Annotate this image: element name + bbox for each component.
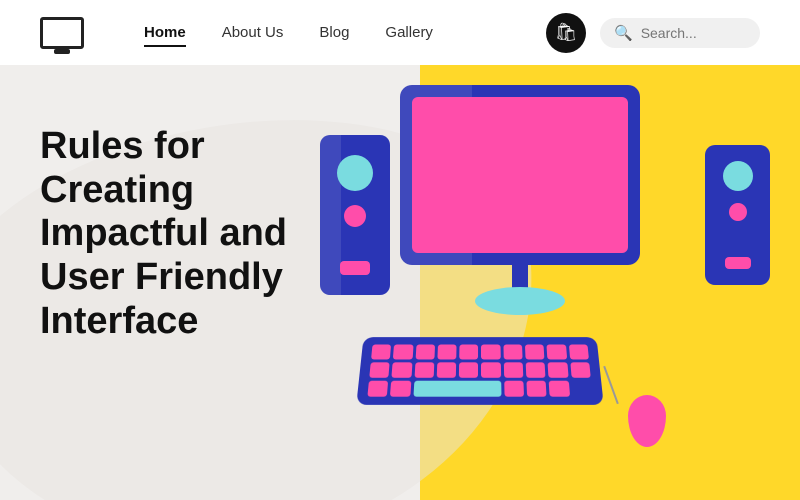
key xyxy=(504,381,524,397)
key xyxy=(369,362,390,377)
keyboard-keys xyxy=(367,345,592,397)
search-bar: 🔍 xyxy=(600,18,760,48)
key xyxy=(481,362,500,377)
monitor-stand-base xyxy=(475,287,565,315)
speaker-right-grille xyxy=(725,257,751,269)
key xyxy=(504,362,524,377)
cart-button[interactable]: 🛍 xyxy=(546,13,586,53)
key xyxy=(526,362,546,377)
key xyxy=(459,362,478,377)
key xyxy=(392,362,412,377)
key xyxy=(527,381,547,397)
hero-content: Rules for Creating Impactful and User Fr… xyxy=(40,125,360,343)
monitor xyxy=(400,85,640,265)
mouse xyxy=(628,395,666,447)
key xyxy=(547,345,567,360)
key xyxy=(415,345,435,360)
hero-title: Rules for Creating Impactful and User Fr… xyxy=(40,125,360,343)
speaker-right-circle-top xyxy=(723,161,753,191)
nav-right: 🛍 🔍 xyxy=(546,13,760,53)
speaker-right xyxy=(705,145,770,285)
key xyxy=(459,345,478,360)
logo-icon xyxy=(40,17,84,49)
key xyxy=(367,381,388,397)
key xyxy=(371,345,391,360)
key xyxy=(437,345,456,360)
nav-blog[interactable]: Blog xyxy=(319,24,349,41)
key xyxy=(548,362,568,377)
key xyxy=(481,345,500,360)
key xyxy=(393,345,413,360)
nav-about[interactable]: About Us xyxy=(222,24,284,41)
key xyxy=(503,345,522,360)
key xyxy=(570,362,591,377)
key xyxy=(525,345,545,360)
key xyxy=(390,381,411,397)
cart-icon: 🛍 xyxy=(555,22,578,43)
nav-links: Home About Us Blog Gallery xyxy=(144,24,546,41)
monitor-screen xyxy=(412,97,628,253)
spacebar-key xyxy=(413,381,501,397)
search-icon: 🔍 xyxy=(614,24,633,42)
mouse-cable xyxy=(603,366,619,404)
speaker-right-circle-bottom xyxy=(729,203,747,221)
search-input[interactable] xyxy=(641,25,746,41)
key xyxy=(414,362,434,377)
keyboard xyxy=(356,337,603,405)
nav-home[interactable]: Home xyxy=(144,24,186,41)
key xyxy=(549,381,570,397)
key xyxy=(437,362,457,377)
hero-section: Rules for Creating Impactful and User Fr… xyxy=(0,65,800,500)
key xyxy=(569,345,589,360)
nav-gallery[interactable]: Gallery xyxy=(385,24,433,41)
computer-illustration xyxy=(300,65,780,500)
navbar: Home About Us Blog Gallery 🛍 🔍 xyxy=(0,0,800,65)
logo[interactable] xyxy=(40,17,84,49)
